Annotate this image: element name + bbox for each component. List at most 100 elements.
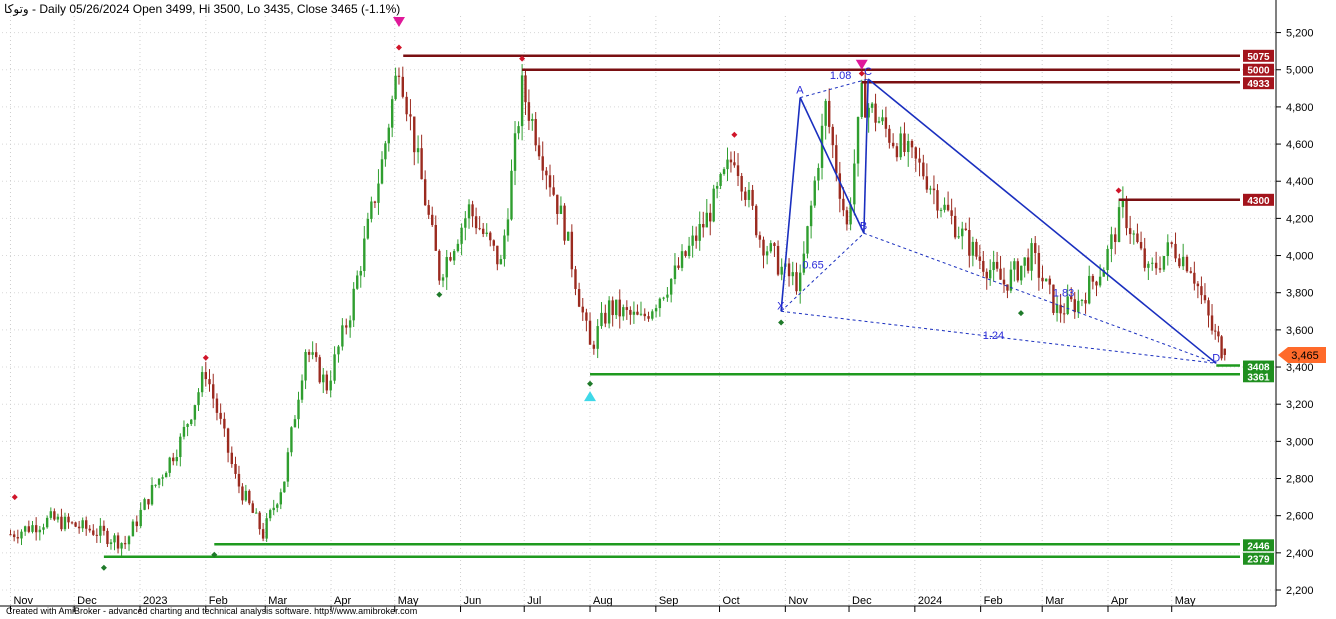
candle-body [397, 75, 401, 77]
candle-body [798, 272, 802, 292]
candle-body [258, 512, 261, 530]
y-tick-label: 4,200 [1286, 213, 1314, 225]
candle-body [860, 82, 863, 118]
candle-body [1098, 276, 1102, 286]
x-tick-label: Mar [1045, 595, 1064, 607]
y-tick-label: 2,400 [1286, 548, 1314, 560]
candle-body [42, 527, 45, 530]
y-tick-label: 4,000 [1286, 251, 1314, 263]
candle-body [506, 219, 510, 236]
candle-body [524, 75, 527, 103]
candle-body [230, 452, 234, 465]
candle-body [607, 300, 611, 324]
candle-body [1181, 256, 1185, 267]
candle-body [758, 235, 762, 240]
candle-body [265, 518, 268, 539]
x-tick-label: Aug [593, 595, 613, 607]
candle-body [314, 352, 318, 358]
candle-body [120, 543, 123, 549]
candle-body [16, 537, 20, 539]
y-tick-label: 3,800 [1286, 288, 1314, 300]
candle-body [581, 306, 584, 313]
candle-body [113, 535, 116, 543]
level-tag-label: 5000 [1247, 66, 1270, 77]
candle-body [1062, 313, 1066, 315]
candle-body [1185, 256, 1189, 272]
candle-body [56, 516, 60, 520]
candle-body [604, 312, 607, 324]
candle-body [95, 534, 99, 536]
x-tick-label: Feb [984, 595, 1003, 607]
candle-body [77, 526, 81, 529]
candle-body [925, 176, 929, 190]
swing-high-diamond [202, 354, 209, 361]
candle-body [1132, 233, 1135, 235]
candle-body [698, 224, 701, 241]
candle-body [212, 384, 215, 399]
candle-body [1147, 263, 1150, 268]
candle-body [499, 259, 503, 265]
candle-body [929, 188, 932, 190]
harmonic-point-label: D [1212, 352, 1220, 364]
candle-body [773, 243, 776, 246]
candle-body [464, 218, 467, 228]
y-tick-label: 5,200 [1286, 28, 1314, 40]
candle-body [702, 224, 705, 228]
harmonic-point-label: B [860, 220, 867, 232]
candle-body [971, 241, 975, 256]
x-tick-label: Dec [852, 595, 872, 607]
candle-body [527, 102, 531, 121]
candle-body [405, 96, 408, 115]
candle-body [939, 209, 943, 211]
candle-body [957, 236, 960, 238]
y-tick-label: 3,000 [1286, 436, 1314, 448]
candle-body [293, 419, 297, 428]
candle-body [643, 313, 646, 317]
candle-body [1023, 257, 1026, 266]
candle-body [747, 189, 751, 200]
candle-body [456, 243, 460, 252]
candle-body [842, 198, 845, 211]
level-tag-label: 2379 [1247, 555, 1270, 566]
candle-body [932, 188, 936, 191]
candle-body [1002, 279, 1006, 285]
candle-body [1158, 268, 1162, 270]
candle-body [427, 205, 430, 215]
candle-body [684, 251, 687, 256]
candle-body [1020, 265, 1023, 281]
candle-body [237, 473, 241, 487]
y-tick-label: 3,400 [1286, 362, 1314, 374]
candle-body [677, 265, 680, 268]
candle-body [478, 228, 481, 230]
candle-body [1073, 299, 1076, 313]
candle-body [164, 472, 168, 478]
candle-body [380, 159, 384, 184]
candle-body [687, 245, 691, 256]
harmonic-ratio-bd [863, 232, 1217, 364]
candle-body [806, 226, 809, 254]
candle-body [123, 543, 127, 545]
level-tag-4300: 4300 [1243, 193, 1274, 207]
candle-body [1110, 234, 1113, 250]
candle-body [286, 452, 290, 482]
candle-body [445, 257, 448, 278]
candle-body [102, 525, 106, 531]
price-levels: 507550004933430034083361244623793,465 [103, 49, 1326, 566]
candle-body [615, 299, 618, 316]
candle-body [384, 143, 387, 160]
candle-body [611, 300, 614, 316]
harmonic-ratio-label: 1.83 [1053, 287, 1074, 299]
candle-body [736, 165, 740, 176]
candle-body [762, 239, 765, 256]
candle-body [1048, 278, 1051, 285]
level-tag-4933: 4933 [1243, 77, 1274, 90]
candle-body [1044, 278, 1048, 282]
candle-body [776, 245, 780, 275]
candle-body [1200, 286, 1203, 296]
level-tag-label: 4300 [1247, 196, 1270, 207]
candle-body [168, 457, 171, 473]
candles [9, 64, 1226, 557]
candle-body [585, 312, 588, 321]
candle-body [744, 191, 747, 200]
candle-body [510, 170, 513, 220]
